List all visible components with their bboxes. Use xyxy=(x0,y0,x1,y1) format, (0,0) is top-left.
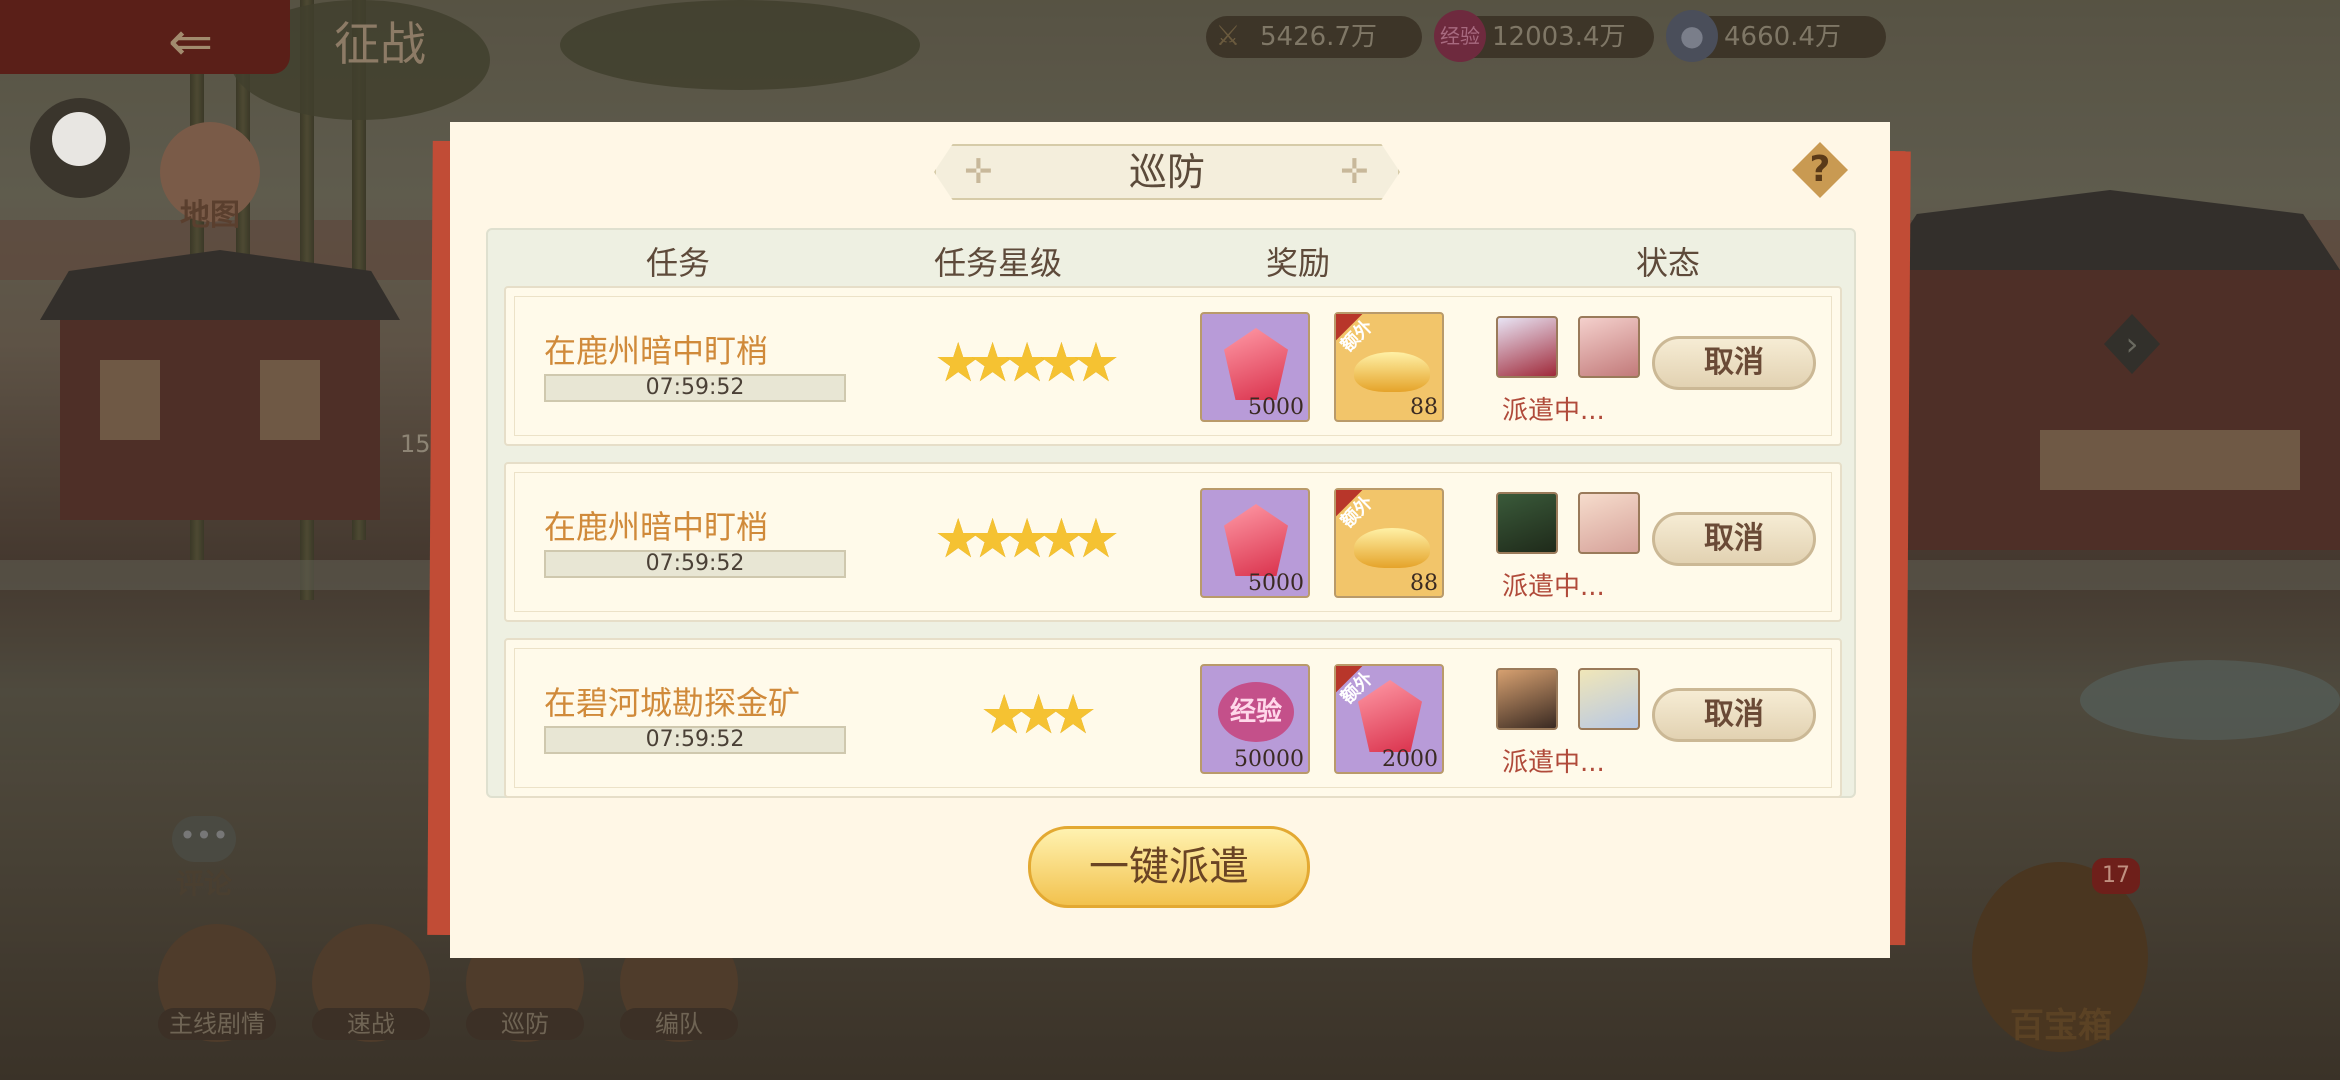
dialog-title: 巡防 xyxy=(1128,150,1205,194)
nav-label: 巡防 xyxy=(466,1008,584,1040)
star-icon: ★ xyxy=(934,507,983,570)
star-rating: ★★★★★ xyxy=(934,336,1120,390)
header-task: 任务 xyxy=(645,244,710,282)
resource-value: 12003.4万 xyxy=(1492,22,1626,52)
resource-silver: ● 4660.4万 xyxy=(1666,10,1886,62)
chest-label: 百宝箱 xyxy=(2010,1006,2112,1046)
star-icon: ★ xyxy=(1002,507,1052,570)
floating-ball-dot xyxy=(52,112,106,166)
back-button[interactable]: ⇐ xyxy=(0,0,290,74)
hero-portrait xyxy=(1578,492,1640,554)
task-timer: 07:59:52 xyxy=(544,374,846,402)
crossed-swords-icon: ⚔ xyxy=(1215,19,1241,52)
nav-label: 速战 xyxy=(312,1008,430,1040)
status-text: 派遣中... xyxy=(1502,396,1605,426)
reward-amount: 5000 xyxy=(1248,571,1304,596)
reward-item[interactable]: 5000 xyxy=(1200,312,1310,422)
task-timer: 07:59:52 xyxy=(544,726,846,754)
reward-amount: 88 xyxy=(1410,571,1438,596)
task-timer: 07:59:52 xyxy=(544,550,846,578)
star-icon: ★ xyxy=(1037,331,1086,394)
reward-item[interactable]: 额外 2000 xyxy=(1334,664,1444,774)
hero-portrait xyxy=(1496,492,1558,554)
help-icon[interactable]: ? xyxy=(1792,142,1848,198)
status-text: 派遣中... xyxy=(1502,572,1605,602)
exp-badge-icon: 经验 xyxy=(1218,682,1294,742)
cancel-button[interactable]: 取消 xyxy=(1652,336,1816,390)
task-name: 在碧河城勘探金矿 xyxy=(544,684,801,722)
resource-exp: 经验 12003.4万 xyxy=(1434,10,1654,62)
star-rating: ★★★ xyxy=(980,688,1097,742)
red-gem-icon xyxy=(1224,504,1288,576)
hero-portrait xyxy=(1578,316,1640,378)
hero-portrait xyxy=(1496,316,1558,378)
star-icon: ★ xyxy=(980,683,1029,746)
star-icon: ★ xyxy=(968,507,1017,570)
chest-badge: 17 xyxy=(2092,858,2140,894)
cancel-button[interactable]: 取消 xyxy=(1652,688,1816,742)
patrol-table: 任务 任务星级 奖励 状态 在鹿州暗中盯梢 07:59:52 ★★★★★ 500… xyxy=(486,228,1856,798)
task-name: 在鹿州暗中盯梢 xyxy=(544,508,769,546)
back-arrow-icon: ⇐ xyxy=(168,10,214,73)
star-icon: ★ xyxy=(1048,683,1098,746)
table-row: 在碧河城勘探金矿 07:59:52 ★★★ 经验 50000 额外 2000 派… xyxy=(504,638,1842,798)
star-icon: ★ xyxy=(1014,683,1063,746)
status-text: 派遣中... xyxy=(1502,748,1605,778)
table-row: 在鹿州暗中盯梢 07:59:52 ★★★★★ 5000 额外 88 派遣中...… xyxy=(504,462,1842,622)
star-icon: ★ xyxy=(1071,507,1121,570)
table-row: 在鹿州暗中盯梢 07:59:52 ★★★★★ 5000 额外 88 派遣中...… xyxy=(504,286,1842,446)
page-title: 征战 xyxy=(334,17,426,71)
map-label: 地图 xyxy=(180,198,240,233)
star-icon: ★ xyxy=(934,331,983,394)
reward-amount: 50000 xyxy=(1234,747,1304,772)
hero-portrait xyxy=(1578,668,1640,730)
comment-bubble-icon[interactable]: ••• xyxy=(172,816,236,862)
header-stars: 任务星级 xyxy=(933,244,1062,282)
star-icon: ★ xyxy=(1037,507,1086,570)
task-name: 在鹿州暗中盯梢 xyxy=(544,332,769,370)
silver-coin-icon: ● xyxy=(1666,10,1718,62)
star-rating: ★★★★★ xyxy=(934,512,1120,566)
header-reward: 奖励 xyxy=(1265,244,1330,282)
gold-ingot-icon xyxy=(1354,352,1430,392)
cancel-button[interactable]: 取消 xyxy=(1652,512,1816,566)
star-icon: ★ xyxy=(1071,331,1121,394)
comment-label: 评论 xyxy=(176,867,233,900)
reward-item[interactable]: 经验 50000 xyxy=(1200,664,1310,774)
patrol-dialog: ✛ ✛ 巡防 ? 任务 任务星级 奖励 状态 在鹿州暗中盯梢 07:59:52 … xyxy=(450,122,1890,958)
exp-icon: 经验 xyxy=(1434,10,1486,62)
top-bar: ⇐ 征战 ⚔ 5426.7万 经验 12003.4万 ● 4660.4万 xyxy=(0,0,2340,74)
reward-amount: 5000 xyxy=(1248,395,1304,420)
red-gem-icon xyxy=(1224,328,1288,400)
nav-label: 主线剧情 xyxy=(158,1008,276,1040)
nav-label: 编队 xyxy=(620,1008,738,1040)
hero-portrait xyxy=(1496,668,1558,730)
star-icon: ★ xyxy=(968,331,1017,394)
reward-amount: 2000 xyxy=(1382,747,1438,772)
reward-item[interactable]: 额外 88 xyxy=(1334,312,1444,422)
reward-item[interactable]: 5000 xyxy=(1200,488,1310,598)
header-status: 状态 xyxy=(1635,244,1700,282)
gold-ingot-icon xyxy=(1354,528,1430,568)
reward-amount: 88 xyxy=(1410,395,1438,420)
dispatch-all-button[interactable]: 一键派遣 xyxy=(1028,826,1310,908)
resource-battle: ⚔ 5426.7万 xyxy=(1206,16,1422,58)
resource-value: 5426.7万 xyxy=(1260,22,1377,52)
star-icon: ★ xyxy=(1002,331,1052,394)
resource-value: 4660.4万 xyxy=(1724,22,1841,52)
reward-item[interactable]: 额外 88 xyxy=(1334,488,1444,598)
